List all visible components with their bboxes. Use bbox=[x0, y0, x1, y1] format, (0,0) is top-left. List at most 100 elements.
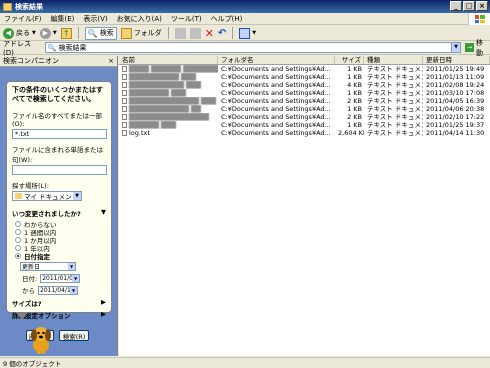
table-row[interactable]: log.txt C:¥Documents and Settings¥Ad... 2,… bbox=[119, 129, 490, 137]
maximize-button[interactable]: □ bbox=[463, 1, 475, 11]
radio-date-range[interactable]: 日付指定 bbox=[15, 252, 106, 261]
table-row[interactable]: ████████████████ C:¥Documents and Setting… bbox=[119, 113, 490, 121]
menu-help[interactable]: ヘルプ(H) bbox=[211, 14, 243, 24]
back-dropdown-icon[interactable]: ▼ bbox=[32, 30, 36, 36]
search-dog-icon[interactable] bbox=[28, 324, 54, 354]
folder-cell: C:¥Documents and Settings¥Ad... bbox=[221, 113, 331, 121]
views-dropdown-icon: ▼ bbox=[252, 30, 257, 36]
size-cell: 2 KB bbox=[347, 113, 362, 121]
file-name-cell: ████████████ ██ bbox=[119, 105, 218, 113]
menu-file[interactable]: ファイル(F) bbox=[4, 14, 42, 24]
folders-button[interactable]: フォルダ bbox=[120, 27, 162, 40]
to-date-picker[interactable]: 2011/04/14 ▼ bbox=[38, 285, 78, 295]
word-label: ファイルに含まれる単語または句(W): bbox=[12, 146, 103, 164]
size-cell: 1 KB bbox=[347, 121, 362, 129]
filename-input[interactable] bbox=[12, 129, 107, 139]
file-name-cell: ████████████████ bbox=[119, 113, 218, 121]
up-folder-icon: ↑ bbox=[60, 27, 72, 39]
menu-edit[interactable]: 編集(E) bbox=[51, 14, 75, 24]
go-arrow-icon: → bbox=[465, 43, 475, 52]
forward-dropdown-icon[interactable]: ▼ bbox=[53, 30, 57, 36]
location-select[interactable]: マイ ドキュメント ▼ bbox=[12, 191, 82, 201]
date-cell: 2011/01/25 19:49 bbox=[426, 65, 485, 73]
radio-circle bbox=[15, 237, 21, 243]
address-dropdown-icon[interactable]: ▼ bbox=[451, 43, 461, 52]
type-cell: テキスト ドキュメント bbox=[367, 89, 423, 97]
table-row[interactable]: ███████████ ███ C:¥Documents and Settings… bbox=[119, 81, 490, 89]
search-submit-button[interactable]: 検索(R) bbox=[59, 330, 89, 341]
date-cell: 2011/04/05 16:39 bbox=[426, 97, 485, 105]
file-name: log.txt bbox=[129, 129, 150, 137]
column-folder[interactable]: フォルダ名 bbox=[218, 56, 335, 64]
folder-cell: C:¥Documents and Settings¥Ad... bbox=[221, 97, 331, 105]
column-date[interactable]: 更新日時 bbox=[423, 56, 490, 64]
menu-view[interactable]: 表示(V) bbox=[83, 14, 107, 24]
delete-icon[interactable]: ✕ bbox=[205, 27, 214, 40]
table-row[interactable]: ████ ██████ ████████ ██ ██C:¥Documents a… bbox=[119, 65, 490, 73]
folder-cell: C:¥Documents and Settings¥Ad... bbox=[221, 65, 331, 73]
toolbar-separator bbox=[232, 27, 234, 39]
type-cell: テキスト ドキュメント bbox=[367, 97, 423, 105]
search-window-icon bbox=[3, 2, 12, 11]
file-name-cell: ███████████ ███ bbox=[119, 81, 218, 89]
date-type-dropdown-icon: ▼ bbox=[68, 263, 75, 270]
to-label: から bbox=[22, 287, 35, 295]
status-bar: 9 個のオブジェクト bbox=[0, 357, 490, 368]
back-arrow-icon: ◀ bbox=[3, 27, 14, 39]
size-section[interactable]: サイズは? ▶ bbox=[12, 298, 106, 308]
table-row[interactable]: ████████████ ██ C:¥Documents and Settings… bbox=[119, 105, 490, 113]
type-cell: テキスト ドキュメント bbox=[367, 81, 423, 89]
file-name: ████ ██████ ████████ ██ ██ bbox=[129, 65, 218, 73]
minimize-button[interactable]: _ bbox=[450, 1, 462, 11]
word-input[interactable] bbox=[12, 165, 107, 175]
text-file-icon bbox=[122, 98, 127, 104]
go-label: 移動 bbox=[476, 38, 484, 57]
column-name[interactable]: 名前 bbox=[119, 56, 218, 64]
go-button[interactable]: → 移動 bbox=[465, 38, 490, 58]
radio-label: 日付指定 bbox=[24, 253, 50, 261]
size-cell: 1 KB bbox=[347, 73, 362, 81]
search-results-icon: 🔍 bbox=[47, 43, 57, 52]
forward-button[interactable]: ▶ ▼ bbox=[39, 27, 57, 40]
from-date-picker[interactable]: 2011/01/01 ▼ bbox=[40, 273, 81, 283]
close-button[interactable]: × bbox=[476, 1, 488, 11]
address-input[interactable]: 🔍 検索結果 ▼ bbox=[44, 42, 462, 53]
search-button[interactable]: 🔍 検索 bbox=[84, 26, 117, 40]
filename-label: ファイル名のすべてまたは一部(O): bbox=[12, 112, 102, 128]
folder-cell: C:¥Documents and Settings¥Ad... bbox=[221, 105, 331, 113]
up-folder-button[interactable]: ↑ bbox=[60, 27, 72, 40]
when-section[interactable]: いつ変更されましたか? ▼ bbox=[12, 208, 106, 218]
address-value: 検索結果 bbox=[58, 43, 87, 52]
text-file-icon bbox=[122, 66, 127, 72]
file-name-cell: ████████ ███ bbox=[119, 89, 218, 97]
menu-bar: ファイル(F) 編集(E) 表示(V) お気に入り(A) ツール(T) ヘルプ(… bbox=[0, 13, 490, 25]
search-label: 検索 bbox=[99, 29, 114, 37]
toolbar-separator bbox=[77, 27, 79, 39]
search-companion-pane: 検索コンパニオン × 下の条件のいくつかまたはすべてで検索してください。 ファイ… bbox=[0, 56, 118, 356]
file-name-cell: ██████████████ ███ bbox=[119, 97, 218, 105]
undo-icon[interactable]: ↶ bbox=[218, 28, 226, 39]
table-row[interactable]: ██████████████ ███ C:¥Documents and Setti… bbox=[119, 97, 490, 105]
table-row[interactable]: ████████ ███ C:¥Documents and Settings¥Ad… bbox=[119, 89, 490, 97]
move-to-icon[interactable] bbox=[174, 27, 186, 39]
date-type-select[interactable]: 更新日 ▼ bbox=[20, 262, 76, 271]
views-button[interactable]: ▼ bbox=[239, 27, 256, 40]
search-form: 下の条件のいくつかまたはすべてで検索してください。 ファイル名のすべてまたは一部… bbox=[6, 81, 112, 341]
folder-cell: C:¥Documents and Settings¥Ad... bbox=[221, 121, 331, 129]
radio-circle-selected bbox=[15, 253, 21, 259]
text-file-icon bbox=[122, 130, 127, 136]
folder-cell: C:¥Documents and Settings¥Ad... bbox=[221, 81, 331, 89]
copy-to-icon[interactable] bbox=[189, 27, 201, 39]
menu-tools[interactable]: ツール(T) bbox=[171, 14, 202, 24]
column-type[interactable]: 種類 bbox=[364, 56, 423, 64]
pane-close-icon[interactable]: × bbox=[108, 57, 114, 65]
type-cell: テキスト ドキュメント bbox=[367, 121, 423, 129]
address-bar: アドレス(D) 🔍 検索結果 ▼ → 移動 bbox=[0, 38, 490, 58]
file-name-cell: ██████ ███ bbox=[119, 121, 218, 129]
table-row[interactable]: ██████ ███ C:¥Documents and Settings¥Ad..… bbox=[119, 121, 490, 129]
table-row[interactable]: ██████████ ███ C:¥Documents and Settings¥… bbox=[119, 73, 490, 81]
bubble-tail bbox=[16, 312, 28, 320]
title-bar: 検索結果 _ □ × bbox=[0, 0, 490, 13]
menu-favorites[interactable]: お気に入り(A) bbox=[117, 14, 162, 24]
column-size[interactable]: サイズ bbox=[335, 56, 364, 64]
